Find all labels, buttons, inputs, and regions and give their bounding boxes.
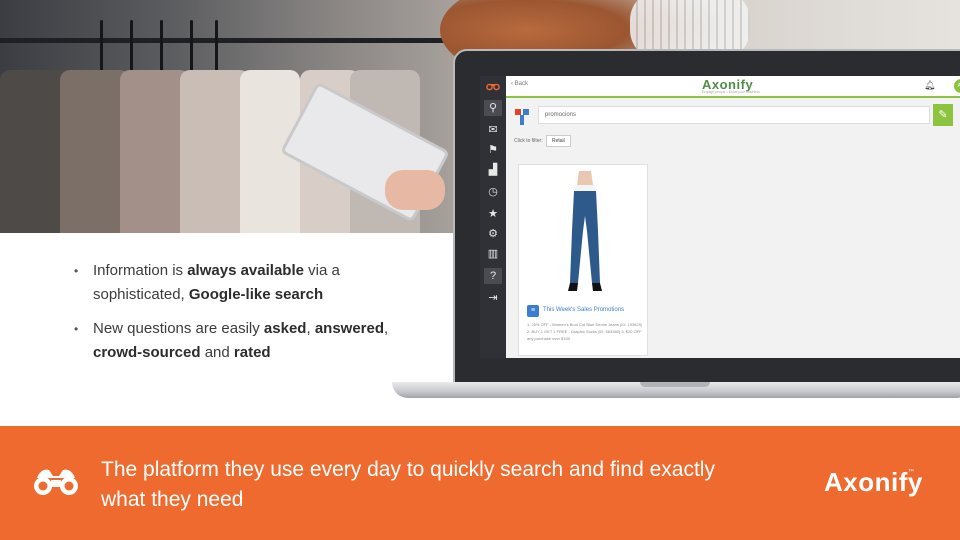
trademark-mark: ™ (908, 469, 914, 475)
avatar[interactable]: AB (954, 79, 960, 93)
bell-icon[interactable]: 🔔︎ (924, 80, 935, 91)
question-icon[interactable]: ? (484, 268, 502, 284)
clock-icon[interactable]: ◷ (484, 184, 502, 200)
search-input[interactable]: promocions (538, 106, 930, 124)
app-sidebar: ⚲ ✉ ⚑ ▟ ◷ ★ ⚙ ▥ ? ⇥ (480, 76, 506, 358)
bullet-text: , (306, 320, 315, 337)
search-submit-button[interactable]: ✎ (933, 104, 953, 126)
flag-icon[interactable]: ⚑ (484, 142, 502, 158)
bullet-text: New questions are easily (93, 320, 264, 337)
bullet-text: and (200, 344, 234, 361)
clothing-rail (0, 38, 470, 43)
star-icon[interactable]: ★ (484, 206, 502, 222)
bullet-marker: • (74, 264, 79, 278)
filter-label: Click to filter: (514, 138, 543, 144)
card-title[interactable]: This Week's Sales Promotions (543, 307, 624, 313)
binoculars-icon[interactable] (484, 80, 502, 96)
jeans-product-image (568, 171, 602, 291)
bullet-emphasis: asked (263, 320, 307, 337)
footer-tagline: The platform they use every day to quick… (101, 458, 715, 511)
chat-icon[interactable]: ✉ (484, 122, 502, 138)
bullet-text: Information is (93, 262, 188, 279)
logout-icon[interactable]: ⇥ (484, 290, 502, 306)
bullet-emphasis: rated (233, 344, 271, 361)
gear-icon[interactable]: ⚙ (484, 226, 502, 242)
bullet-emphasis: always available (187, 262, 304, 279)
search-icon[interactable]: ⚲ (484, 100, 502, 116)
search-result-card[interactable]: ≡ This Week's Sales Promotions 1. 25% OF… (518, 164, 648, 356)
chart-icon[interactable]: ▟ (484, 162, 502, 178)
app-header: ‹ Back Axonify Engage people • Move your… (506, 76, 960, 98)
app-content: promocions ✎ Click to filter: Retail ≡ T… (506, 98, 960, 358)
feature-bullets: • Information is always available via a s… (72, 259, 412, 375)
back-link[interactable]: ‹ Back (511, 81, 528, 87)
bullet-emphasis: crowd-sourced (93, 344, 201, 361)
bullet-text: , (384, 320, 389, 337)
bullet-emphasis: answered (314, 320, 385, 337)
bullet-item: • New questions are easily asked, answere… (72, 317, 412, 365)
bullet-marker: • (74, 322, 79, 336)
laptop-screen: ⚲ ✉ ⚑ ▟ ◷ ★ ⚙ ▥ ? ⇥ ‹ Back Axonify Engag… (480, 76, 960, 358)
search-brand-icon (515, 109, 529, 125)
shopper-hand (385, 170, 445, 210)
binoculars-icon (34, 469, 78, 495)
bar-chart-icon[interactable]: ▥ (484, 246, 502, 262)
filter-chip-retail[interactable]: Retail (546, 135, 571, 147)
bullet-emphasis: Google-like search (188, 286, 324, 303)
bullet-item: • Information is always available via a s… (72, 259, 412, 307)
laptop-notch (640, 382, 710, 387)
card-description: 1. 25% OFF - Women's Boot Cut Blue Denim… (527, 322, 643, 341)
slide: • Information is always available via a s… (0, 0, 960, 540)
app-tagline: Engage people • Move your business (702, 90, 760, 94)
document-icon: ≡ (527, 305, 539, 317)
